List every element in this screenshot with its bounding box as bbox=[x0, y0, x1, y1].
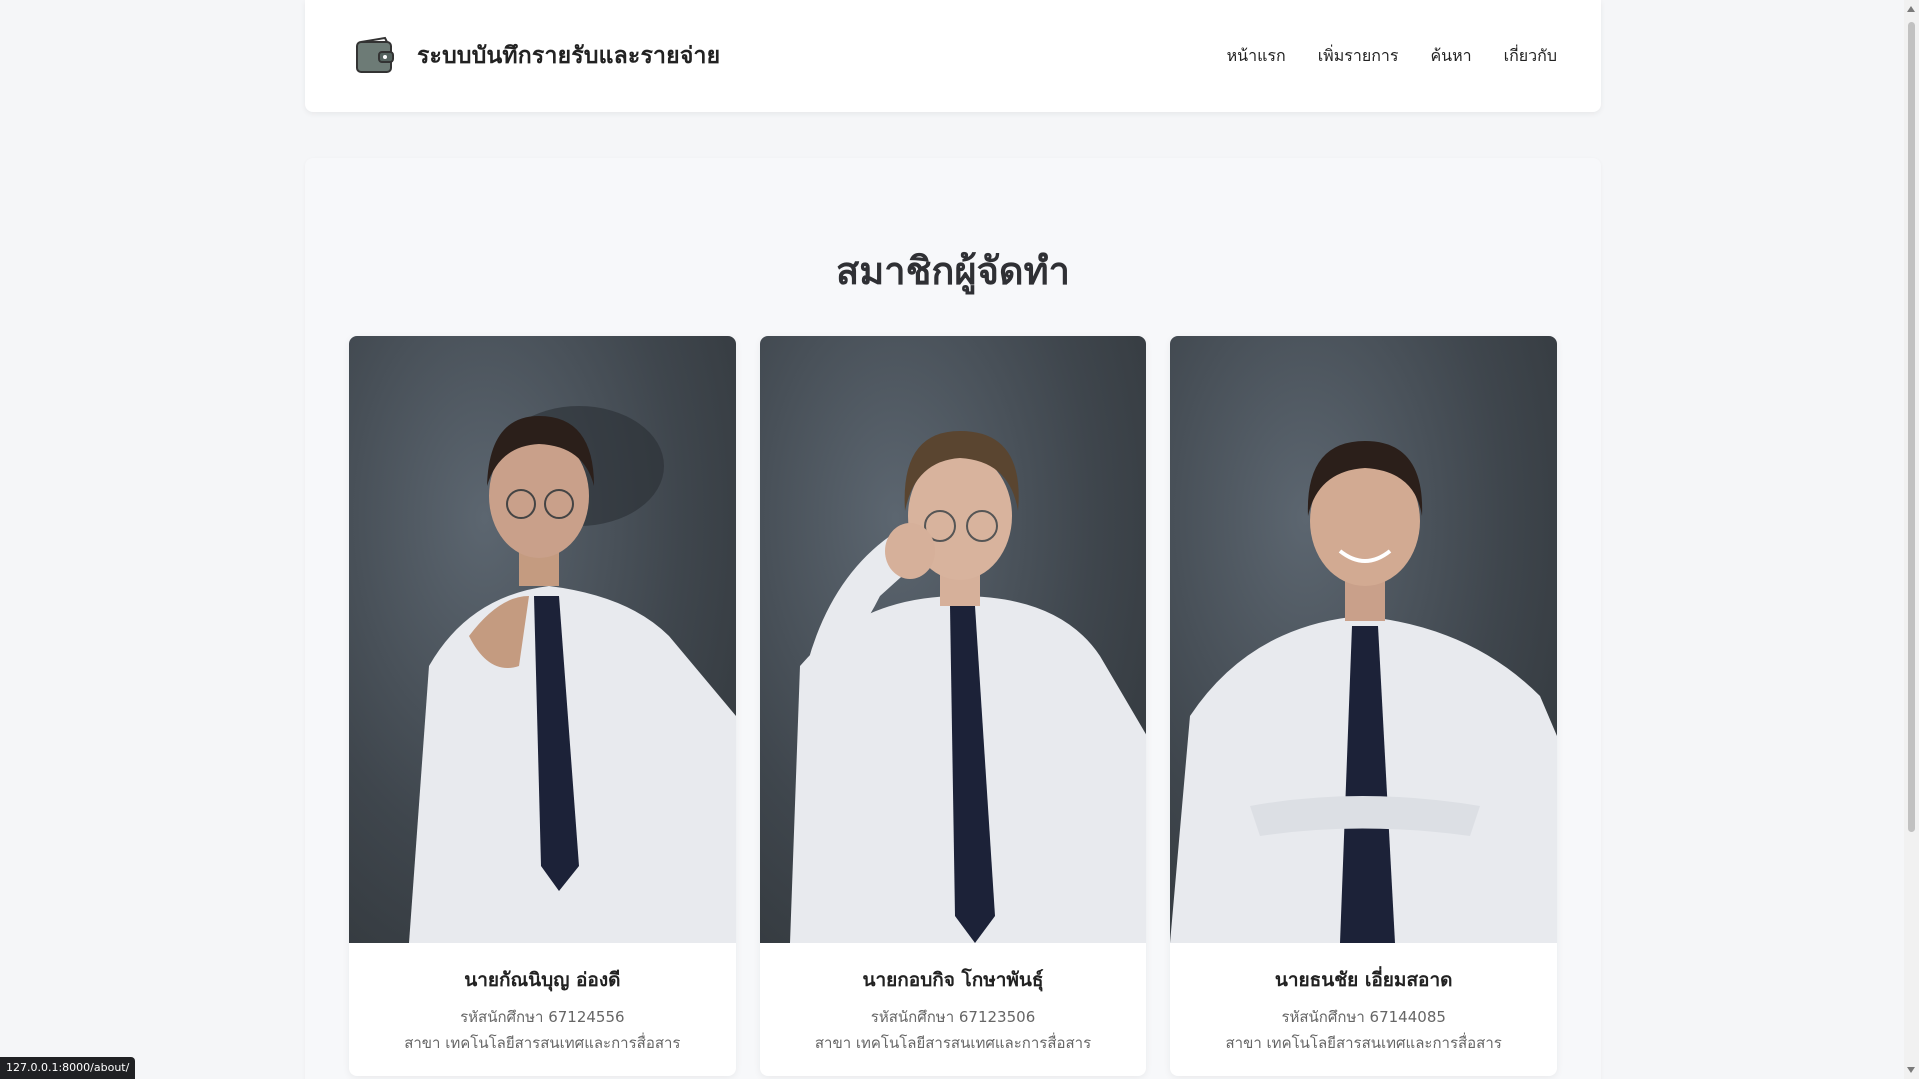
member-cards: นายกัณนิบุญ อ่องดี รหัสนักศึกษา 67124556… bbox=[349, 336, 1558, 1076]
wallet-icon bbox=[356, 36, 394, 73]
member-name: นายกัณนิบุญ อ่องดี bbox=[464, 969, 621, 991]
scroll-up-icon[interactable] bbox=[1907, 6, 1915, 12]
page-title: สมาชิกผู้จัดทำ bbox=[836, 249, 1070, 293]
member-card: นายกัณนิบุญ อ่องดี รหัสนักศึกษา 67124556… bbox=[349, 336, 736, 1076]
member-photo-illustration bbox=[409, 406, 736, 943]
member-student-id: รหัสนักศึกษา 67123506 bbox=[870, 1008, 1036, 1026]
member-major: สาขา เทคโนโลยีสารสนเทศและการสื่อสาร bbox=[814, 1034, 1092, 1052]
nav-add-entry[interactable]: เพิ่มรายการ bbox=[1318, 44, 1399, 69]
member-student-id: รหัสนักศึกษา 67144085 bbox=[1281, 1008, 1446, 1026]
scroll-down-icon[interactable] bbox=[1907, 1067, 1915, 1073]
member-card: นายกอบกิจ โกษาพันธุ์ รหัสนักศึกษา 671235… bbox=[759, 336, 1147, 1076]
member-student-id: รหัสนักศึกษา 67124556 bbox=[460, 1008, 625, 1026]
member-card: นายธนชัย เอี่ยมสอาด รหัสนักศึกษา 6714408… bbox=[1170, 336, 1558, 1076]
member-photo bbox=[759, 336, 1147, 943]
link-status-bar: 127.0.0.1:8000/about/ bbox=[0, 1057, 136, 1079]
nav-search[interactable]: ค้นหา bbox=[1430, 44, 1471, 69]
brand[interactable]: ระบบบันทึกรายรับและรายจ่าย bbox=[355, 36, 720, 76]
member-photo bbox=[349, 336, 736, 943]
nav-home[interactable]: หน้าแรก bbox=[1227, 44, 1286, 69]
member-photo bbox=[1170, 336, 1558, 943]
scrollbar[interactable] bbox=[1904, 0, 1919, 1079]
about-section: สมาชิกผู้จัดทำ นายกัณนิบุญ อ่องดี รหัสนั… bbox=[305, 158, 1601, 1079]
member-major: สาขา เทคโนโลยีสารสนเทศและการสื่อสาร bbox=[1225, 1034, 1502, 1052]
member-major: สาขา เทคโนโลยีสารสนเทศและการสื่อสาร bbox=[404, 1034, 681, 1052]
brand-title: ระบบบันทึกรายรับและรายจ่าย bbox=[417, 43, 721, 69]
member-name: นายธนชัย เอี่ยมสอาด bbox=[1274, 969, 1453, 991]
nav-about[interactable]: เกี่ยวกับ bbox=[1504, 44, 1557, 69]
member-photo-illustration bbox=[789, 431, 1147, 943]
scroll-thumb[interactable] bbox=[1908, 22, 1915, 832]
nav-links: หน้าแรก เพิ่มรายการ ค้นหา เกี่ยวกับ bbox=[1227, 44, 1557, 69]
member-name: นายกอบกิจ โกษาพันธุ์ bbox=[862, 969, 1044, 991]
member-photo-illustration bbox=[1170, 441, 1558, 943]
top-navbar: ระบบบันทึกรายรับและรายจ่าย หน้าแรก เพิ่ม… bbox=[305, 0, 1601, 112]
